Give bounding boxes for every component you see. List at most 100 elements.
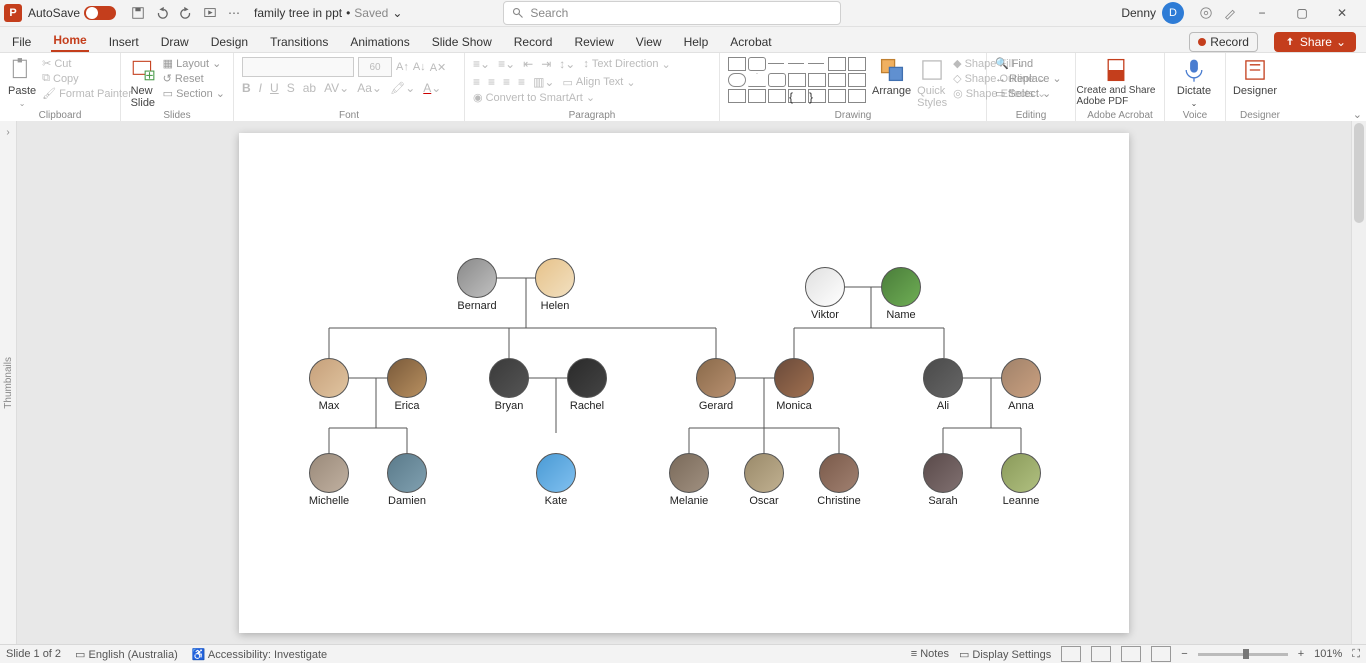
- autosave-toggle[interactable]: [84, 6, 116, 20]
- line-spacing-button[interactable]: ↕⌄: [559, 57, 575, 71]
- coming-soon-icon[interactable]: [1195, 2, 1217, 24]
- bullets-button[interactable]: ≡⌄: [473, 57, 490, 71]
- quick-styles-button[interactable]: Quick Styles: [917, 57, 947, 109]
- indent-left-button[interactable]: ⇤: [523, 57, 533, 71]
- qat-more-icon[interactable]: ⋯: [223, 2, 245, 24]
- align-left-button[interactable]: ≡: [473, 75, 480, 89]
- tab-home[interactable]: Home: [51, 29, 88, 52]
- person-christine[interactable]: Christine: [811, 453, 867, 507]
- tab-transitions[interactable]: Transitions: [268, 31, 330, 52]
- person-leanne[interactable]: Leanne: [993, 453, 1049, 507]
- tab-design[interactable]: Design: [209, 31, 250, 52]
- font-color-button[interactable]: A⌄: [423, 81, 441, 95]
- tab-slideshow[interactable]: Slide Show: [430, 31, 494, 52]
- reading-view-button[interactable]: [1121, 646, 1141, 662]
- person-bernard[interactable]: Bernard: [449, 258, 505, 312]
- minimize-button[interactable]: −: [1242, 0, 1282, 26]
- zoom-level[interactable]: 101%: [1314, 648, 1342, 660]
- from-beginning-icon[interactable]: [199, 2, 221, 24]
- maximize-button[interactable]: ▢: [1282, 0, 1322, 26]
- chevron-right-icon[interactable]: ›: [6, 127, 9, 138]
- slide-indicator[interactable]: Slide 1 of 2: [6, 648, 61, 660]
- save-icon[interactable]: [127, 2, 149, 24]
- person-helen[interactable]: Helen: [527, 258, 583, 312]
- person-damien[interactable]: Damien: [379, 453, 435, 507]
- shapes-gallery[interactable]: {}: [728, 57, 866, 103]
- person-ali[interactable]: Ali: [915, 358, 971, 412]
- align-right-button[interactable]: ≡: [503, 75, 510, 89]
- find-button[interactable]: 🔍 Find: [995, 57, 1062, 70]
- document-title[interactable]: family tree in ppt • Saved ⌄: [254, 6, 402, 20]
- person-name[interactable]: Name: [873, 267, 929, 321]
- convert-smartart-button[interactable]: ◉ Convert to SmartArt ⌄: [473, 91, 595, 104]
- bold-button[interactable]: B: [242, 81, 251, 95]
- display-settings-button[interactable]: ▭ Display Settings: [959, 648, 1051, 661]
- layout-button[interactable]: ▦ Layout ⌄: [163, 57, 225, 70]
- new-slide-button[interactable]: New Slide: [129, 57, 157, 109]
- decrease-font-icon[interactable]: A↓: [413, 61, 426, 73]
- columns-button[interactable]: ▥⌄: [533, 75, 554, 89]
- zoom-slider[interactable]: [1198, 653, 1288, 656]
- cut-button[interactable]: ✂ Cut: [42, 57, 132, 70]
- change-case-button[interactable]: Aa⌄: [357, 81, 382, 95]
- designer-button[interactable]: Designer: [1234, 57, 1276, 97]
- record-button[interactable]: Record: [1189, 32, 1258, 52]
- person-bryan[interactable]: Bryan: [481, 358, 537, 412]
- tab-file[interactable]: File: [10, 31, 33, 52]
- person-michelle[interactable]: Michelle: [301, 453, 357, 507]
- search-input[interactable]: Search: [503, 1, 841, 25]
- arrange-button[interactable]: Arrange: [872, 57, 911, 97]
- dictate-button[interactable]: Dictate⌄: [1173, 57, 1215, 108]
- draw-icon[interactable]: [1219, 2, 1241, 24]
- person-viktor[interactable]: Viktor: [797, 267, 853, 321]
- person-anna[interactable]: Anna: [993, 358, 1049, 412]
- close-button[interactable]: ✕: [1322, 0, 1362, 26]
- account-button[interactable]: Denny D: [1121, 2, 1184, 24]
- person-melanie[interactable]: Melanie: [661, 453, 717, 507]
- tab-record[interactable]: Record: [512, 31, 555, 52]
- slide-canvas-area[interactable]: Bernard Helen Viktor Name Max Erica Brya…: [16, 121, 1352, 645]
- zoom-in-button[interactable]: +: [1298, 648, 1304, 660]
- redo-icon[interactable]: [175, 2, 197, 24]
- font-size-select[interactable]: 60: [358, 57, 392, 77]
- undo-icon[interactable]: [151, 2, 173, 24]
- tab-view[interactable]: View: [634, 31, 664, 52]
- notes-button[interactable]: ≡ Notes: [911, 648, 949, 660]
- paste-button[interactable]: Paste⌄: [8, 57, 36, 108]
- tab-acrobat[interactable]: Acrobat: [728, 31, 773, 52]
- thumbnails-rail[interactable]: › Thumbnails: [0, 121, 17, 645]
- collapse-ribbon-icon[interactable]: ⌄: [1353, 108, 1362, 121]
- section-button[interactable]: ▭ Section ⌄: [163, 87, 225, 100]
- clear-format-icon[interactable]: A✕: [430, 61, 447, 74]
- person-rachel[interactable]: Rachel: [559, 358, 615, 412]
- chevron-down-icon[interactable]: ⌄: [392, 6, 402, 20]
- sorter-view-button[interactable]: [1091, 646, 1111, 662]
- underline-button[interactable]: U: [270, 81, 279, 95]
- align-text-button[interactable]: ▭ Align Text ⌄: [562, 75, 635, 89]
- language-indicator[interactable]: ▭ English (Australia): [75, 648, 178, 661]
- indent-right-button[interactable]: ⇥: [541, 57, 551, 71]
- highlight-button[interactable]: 🖍⌄: [390, 81, 415, 95]
- tab-animations[interactable]: Animations: [348, 31, 411, 52]
- increase-font-icon[interactable]: A↑: [396, 61, 409, 73]
- copy-button[interactable]: ⧉ Copy: [42, 72, 132, 85]
- tab-insert[interactable]: Insert: [107, 31, 141, 52]
- create-pdf-button[interactable]: Create and Share Adobe PDF: [1084, 57, 1148, 107]
- vertical-scrollbar[interactable]: [1351, 121, 1366, 645]
- tab-review[interactable]: Review: [572, 31, 615, 52]
- person-max[interactable]: Max: [301, 358, 357, 412]
- select-button[interactable]: ▭ Select ⌄: [995, 87, 1062, 100]
- text-direction-button[interactable]: ↕ Text Direction ⌄: [583, 57, 670, 71]
- person-monica[interactable]: Monica: [766, 358, 822, 412]
- person-kate[interactable]: Kate: [528, 453, 584, 507]
- normal-view-button[interactable]: [1061, 646, 1081, 662]
- char-spacing-button[interactable]: AV⌄: [324, 81, 349, 95]
- person-oscar[interactable]: Oscar: [736, 453, 792, 507]
- numbering-button[interactable]: ≡⌄: [498, 57, 515, 71]
- align-center-button[interactable]: ≡: [488, 75, 495, 89]
- person-sarah[interactable]: Sarah: [915, 453, 971, 507]
- slide[interactable]: Bernard Helen Viktor Name Max Erica Brya…: [239, 133, 1129, 633]
- font-family-select[interactable]: [242, 57, 354, 77]
- strike-button[interactable]: S: [287, 81, 295, 95]
- format-painter-button[interactable]: 🖌 Format Painter: [42, 87, 132, 100]
